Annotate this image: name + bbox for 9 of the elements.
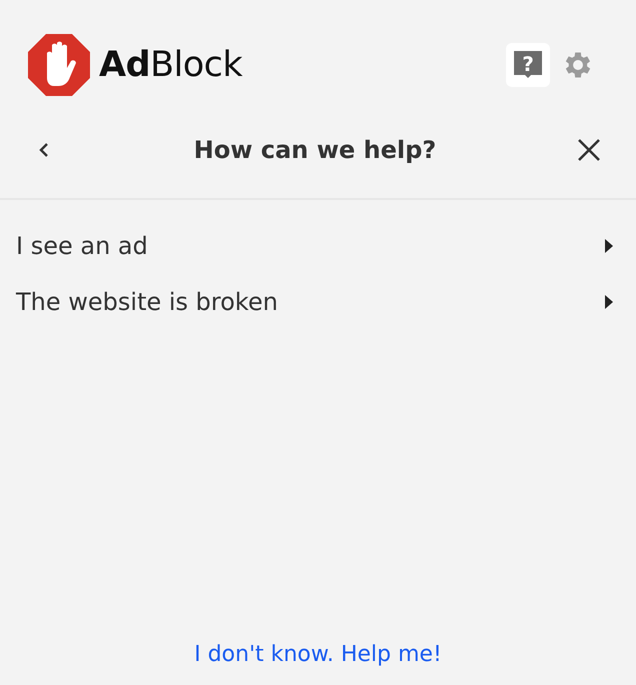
stop-hand-logo-icon xyxy=(27,33,91,97)
caret-icon xyxy=(604,238,614,254)
help-option[interactable]: I see an ad xyxy=(0,218,636,274)
panel-title: How can we help? xyxy=(194,136,436,164)
brand-name: AdBlock xyxy=(99,45,242,85)
help-option[interactable]: The website is broken xyxy=(0,274,636,330)
help-link[interactable]: I don't know. Help me! xyxy=(194,642,442,667)
close-icon xyxy=(576,137,602,163)
caret-icon xyxy=(604,294,614,310)
